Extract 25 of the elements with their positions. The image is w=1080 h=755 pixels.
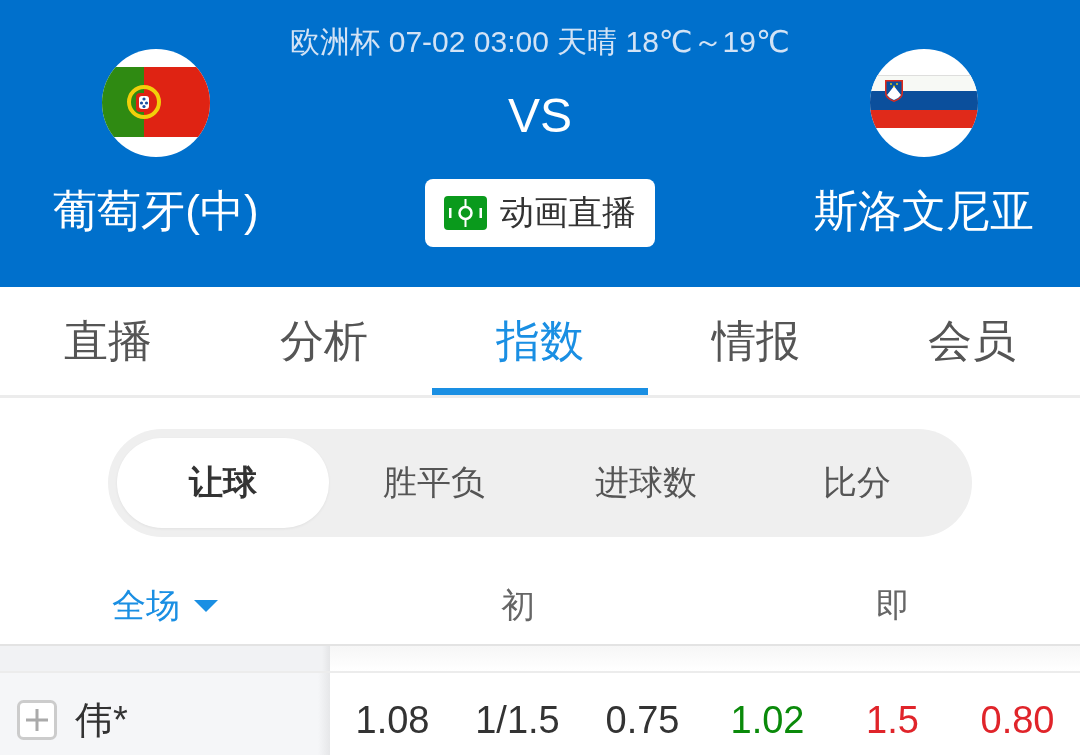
company-name: 伟*	[75, 697, 128, 743]
tab[interactable]: 分析	[216, 287, 432, 395]
vs-label: VS	[508, 88, 572, 144]
bet-type-option[interactable]: 让球	[117, 438, 329, 528]
match-info: 欧洲杯 07-02 03:00 天晴 18℃～19℃	[290, 24, 790, 60]
odds-value: 1.08	[354, 697, 431, 743]
column-header: 即	[875, 584, 910, 626]
odds-value: 1/1.5	[474, 697, 561, 743]
odds-value: 0.80	[979, 697, 1056, 743]
bet-type-option[interactable]: 进球数	[540, 438, 752, 528]
tab[interactable]: 情报	[648, 287, 864, 395]
animation-live-button[interactable]: 动画直播	[425, 179, 655, 247]
team-name: 斯洛文尼亚	[814, 185, 1034, 237]
odds-value: 0.75	[604, 697, 681, 743]
caret-down-icon	[194, 599, 218, 612]
plus-icon[interactable]	[17, 700, 57, 740]
odds-value: 1.02	[729, 697, 806, 743]
bet-type-option[interactable]: 比分	[751, 438, 963, 528]
tab[interactable]: 会员	[864, 287, 1080, 395]
odds-value: 1.5	[865, 697, 920, 743]
tab[interactable]: 直播	[0, 287, 216, 395]
team-name: 葡萄牙(中)	[53, 185, 259, 237]
column-header: 初	[500, 584, 535, 626]
bet-type-option[interactable]: 胜平负	[328, 438, 540, 528]
pitch-icon	[444, 196, 487, 230]
